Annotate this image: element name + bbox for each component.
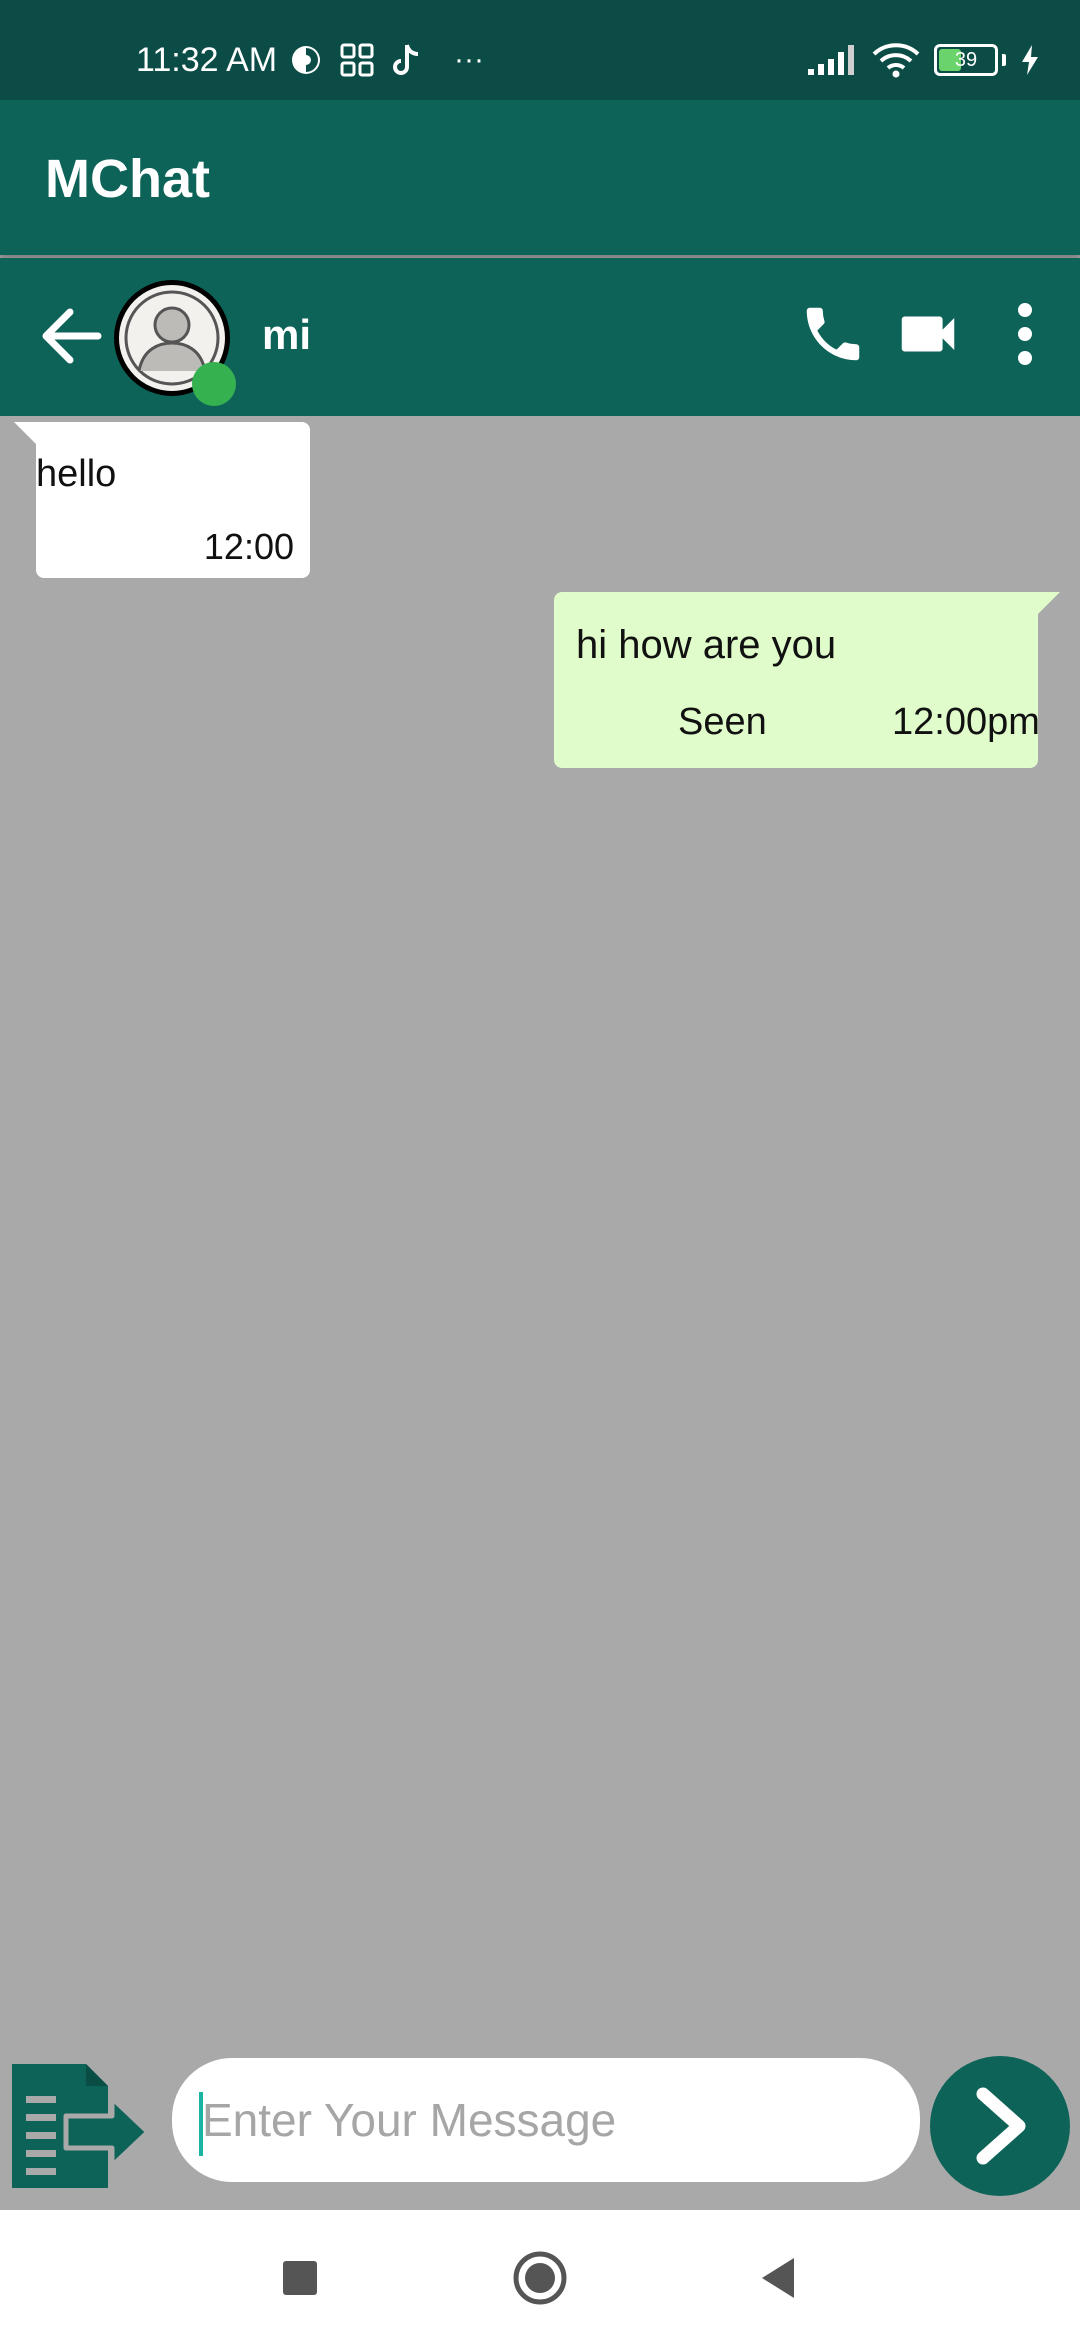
more-vert-icon xyxy=(1018,303,1032,365)
attach-document-icon xyxy=(12,2064,151,2188)
arrow-back-icon xyxy=(42,308,102,364)
more-icon: ··· xyxy=(454,43,484,76)
battery-tip xyxy=(1002,54,1006,66)
attach-file-button[interactable] xyxy=(8,2060,152,2192)
status-time: 11:32 AM xyxy=(136,41,278,79)
composer-bar xyxy=(0,2040,1080,2210)
system-navigation-bar xyxy=(0,2210,1080,2340)
triangle-back-icon xyxy=(762,2258,794,2298)
phone-icon xyxy=(806,307,860,361)
status-icons-left: ··· xyxy=(290,40,484,80)
wifi-icon xyxy=(872,43,920,78)
online-status-dot xyxy=(192,362,236,406)
incoming-message[interactable]: hello 12:00 xyxy=(14,422,310,578)
battery-icon: 39 xyxy=(934,44,998,76)
status-icons-right: 39 xyxy=(806,40,1040,80)
text-cursor xyxy=(199,2092,203,2156)
app-bar: MChat xyxy=(0,100,1080,255)
message-input[interactable] xyxy=(172,2058,920,2182)
send-button[interactable] xyxy=(930,2056,1070,2196)
chat-header: mi xyxy=(0,258,1080,416)
back-nav-button[interactable] xyxy=(750,2248,810,2308)
back-button[interactable] xyxy=(38,302,106,370)
chevron-right-icon xyxy=(976,2087,1026,2165)
voice-call-button[interactable] xyxy=(798,298,868,370)
app-title: MChat xyxy=(45,149,210,209)
charging-bolt-icon xyxy=(1022,45,1038,75)
circle-home-icon xyxy=(513,2251,567,2305)
square-icon xyxy=(283,2261,317,2295)
contact-name[interactable]: mi xyxy=(262,310,311,360)
battery-level: 39 xyxy=(954,49,978,71)
more-options-button[interactable] xyxy=(990,298,1060,370)
message-text: hello xyxy=(36,453,117,495)
message-time: 12:00 xyxy=(203,526,294,567)
video-camera-icon xyxy=(901,316,955,352)
message-text: hi how are you xyxy=(576,623,837,667)
data-saver-icon xyxy=(292,46,320,74)
message-time: 12:00pm xyxy=(892,701,1040,743)
recents-button[interactable] xyxy=(270,2248,330,2308)
status-bar: 11:32 AM ··· 39 xyxy=(0,0,1080,100)
message-status: Seen xyxy=(678,701,767,743)
message-list[interactable]: hello 12:00 hi how are you Seen 12:00pm xyxy=(0,416,1080,2056)
video-call-button[interactable] xyxy=(893,298,963,370)
signal-icon xyxy=(808,45,854,75)
tiktok-icon xyxy=(393,44,419,75)
home-button[interactable] xyxy=(510,2248,570,2308)
grid-apps-icon xyxy=(340,43,374,77)
outgoing-message[interactable]: hi how are you Seen 12:00pm xyxy=(554,592,1060,768)
